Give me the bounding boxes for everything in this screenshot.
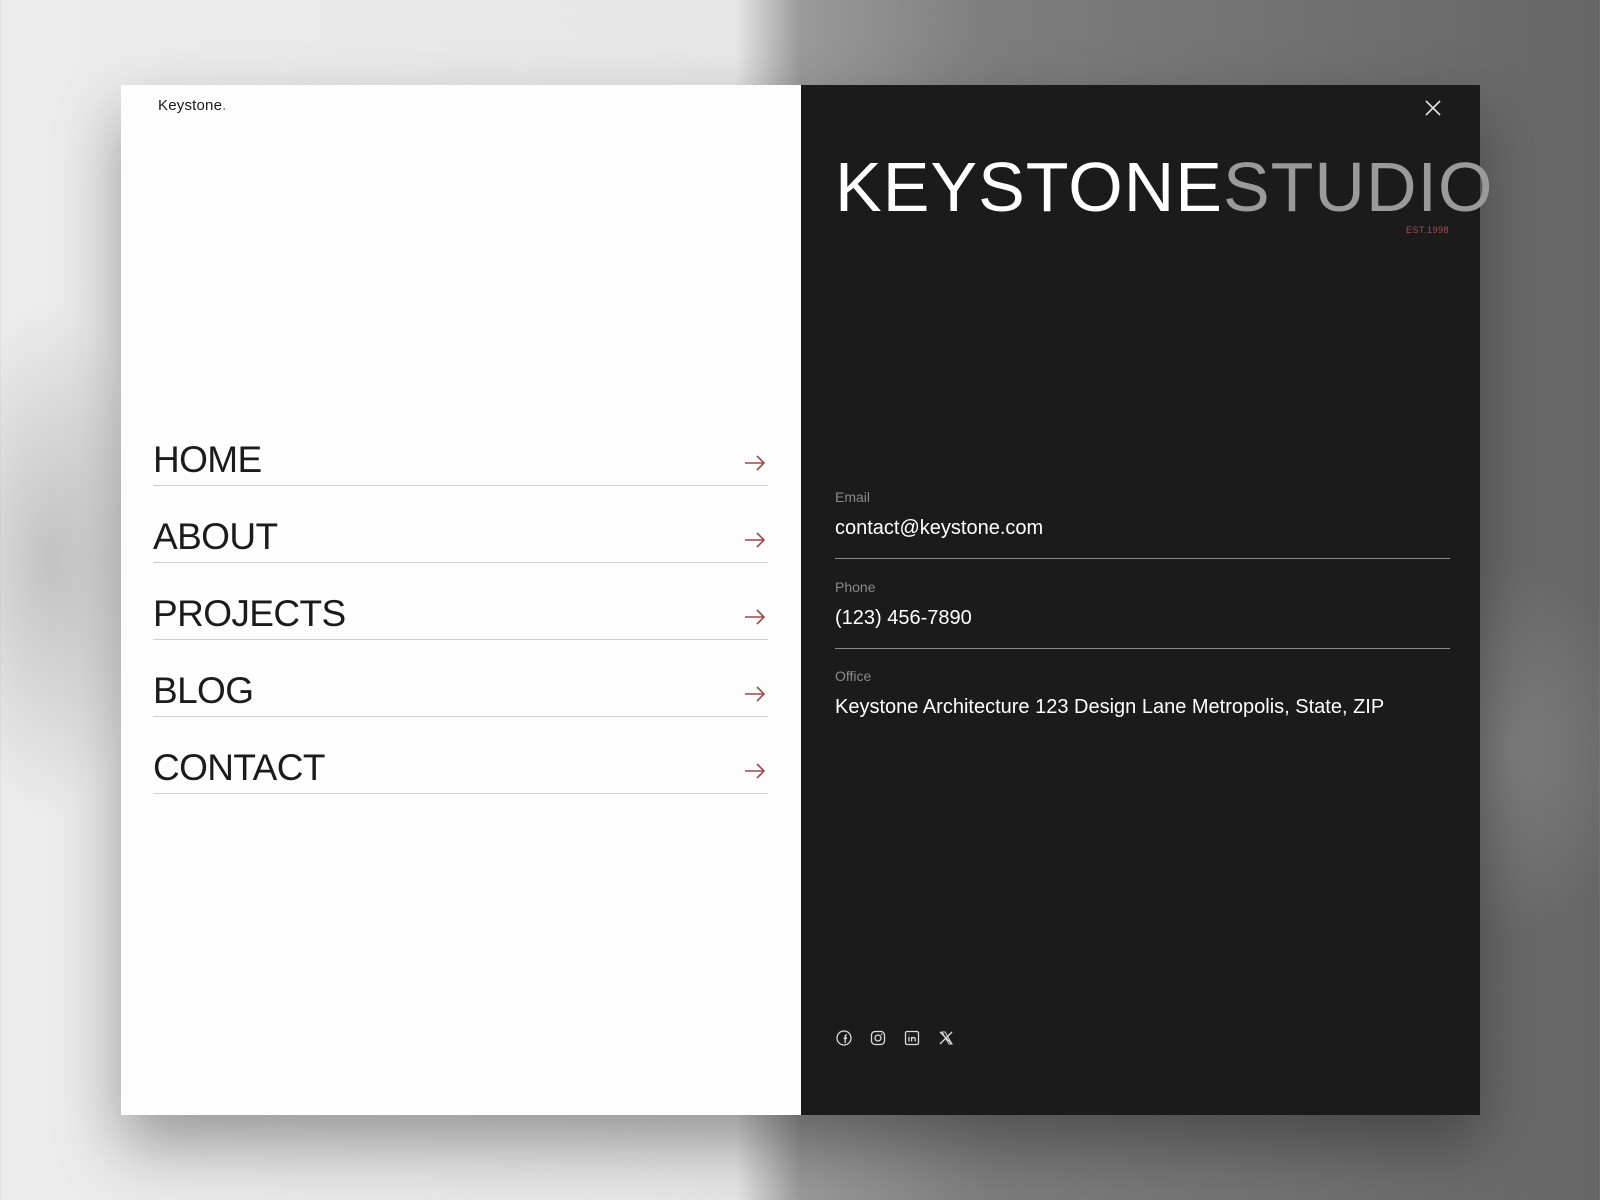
arrow-right-icon bbox=[745, 532, 766, 548]
social-links bbox=[835, 1029, 955, 1047]
linkedin-icon[interactable] bbox=[903, 1029, 921, 1047]
nav-label-home: HOME bbox=[153, 439, 262, 480]
instagram-icon[interactable] bbox=[869, 1029, 887, 1047]
nav-label-blog: BLOG bbox=[153, 670, 254, 711]
arrow-right-icon bbox=[745, 455, 766, 471]
contact-panel: KEYSTONESTUDIO EST.1998 Email contact@ke… bbox=[801, 85, 1492, 1115]
arrow-right-icon bbox=[745, 609, 766, 625]
nav-item-contact[interactable]: CONTACT bbox=[153, 717, 768, 794]
x-icon[interactable] bbox=[937, 1029, 955, 1047]
wordmark-studio: STUDIO bbox=[1222, 148, 1494, 226]
arrow-right-icon bbox=[745, 763, 766, 779]
nav-item-home[interactable]: HOME bbox=[153, 409, 768, 486]
office-block: Office Keystone Architecture 123 Design … bbox=[835, 668, 1450, 719]
phone-link[interactable]: (123) 456-7890 bbox=[835, 607, 1450, 630]
nav-label-projects: PROJECTS bbox=[153, 593, 346, 634]
nav-label-contact: CONTACT bbox=[153, 747, 325, 788]
phone-label: Phone bbox=[835, 579, 876, 595]
nav-item-about[interactable]: ABOUT bbox=[153, 486, 768, 563]
email-link[interactable]: contact@keystone.com bbox=[835, 517, 1450, 540]
office-label: Office bbox=[835, 668, 872, 684]
established-label: EST.1998 bbox=[1405, 225, 1449, 235]
close-icon[interactable] bbox=[1424, 99, 1442, 117]
nav-item-blog[interactable]: BLOG bbox=[153, 640, 768, 717]
email-label: Email bbox=[835, 489, 871, 505]
facebook-icon[interactable] bbox=[835, 1029, 853, 1047]
nav-item-projects[interactable]: PROJECTS bbox=[153, 563, 768, 640]
nav-label-about: ABOUT bbox=[153, 516, 278, 557]
studio-wordmark: KEYSTONESTUDIO bbox=[835, 147, 1493, 227]
main-nav: HOME ABOUT PROJECTS BLOG CONTACT bbox=[153, 409, 768, 794]
menu-overlay: Keystone. HOME ABOUT PROJECTS BLOG CONTA… bbox=[121, 85, 1492, 1115]
phone-block: Phone (123) 456-7890 bbox=[835, 579, 1450, 649]
logo-text: Keystone bbox=[158, 97, 223, 114]
arrow-right-icon bbox=[745, 686, 766, 702]
logo-dot: . bbox=[222, 97, 227, 114]
navigation-panel: Keystone. HOME ABOUT PROJECTS BLOG CONTA… bbox=[121, 85, 801, 1115]
site-logo[interactable]: Keystone. bbox=[158, 97, 227, 114]
email-block: Email contact@keystone.com bbox=[835, 489, 1450, 559]
wordmark-keystone: KEYSTONE bbox=[835, 148, 1223, 226]
office-address: Keystone Architecture 123 Design Lane Me… bbox=[835, 696, 1385, 718]
